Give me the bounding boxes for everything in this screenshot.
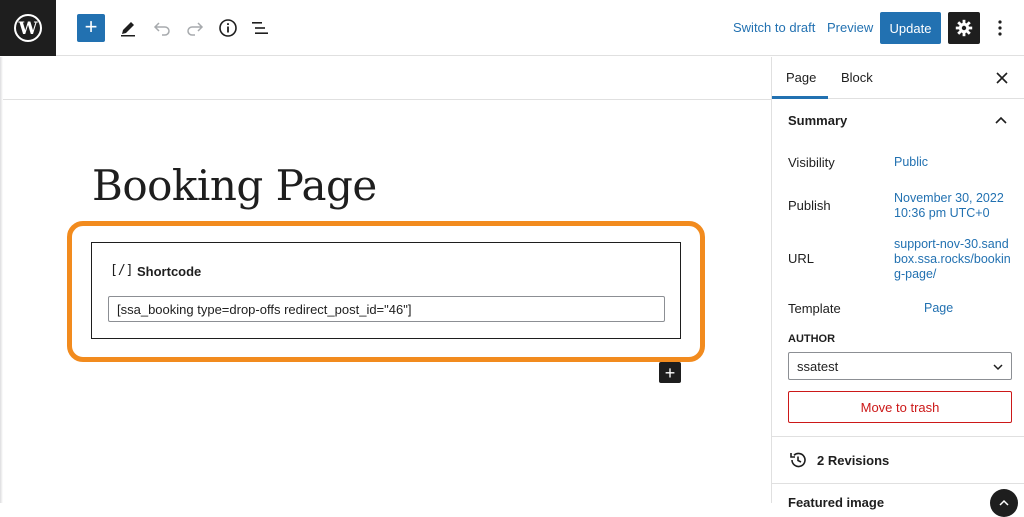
author-value: ssatest (797, 359, 839, 374)
list-view-icon (252, 22, 268, 34)
url-label: URL (788, 251, 815, 266)
close-icon (996, 72, 1008, 84)
settings-sidebar: Page Block Summary Visibility Public Pub… (771, 57, 1024, 510)
close-sidebar-button[interactable] (993, 69, 1011, 87)
template-value[interactable]: Page (924, 301, 953, 316)
revisions-icon (790, 452, 806, 468)
chevron-up-icon (999, 499, 1009, 506)
switch-to-draft-button[interactable]: Switch to draft (733, 20, 815, 35)
chevron-down-icon (993, 364, 1003, 371)
visibility-value[interactable]: Public (894, 155, 928, 170)
author-select[interactable]: ssatest (788, 352, 1012, 380)
add-block-button[interactable]: + (77, 14, 105, 42)
revisions-button[interactable]: 2 Revisions (817, 453, 889, 468)
visibility-label: Visibility (788, 155, 835, 170)
publish-label: Publish (788, 198, 831, 213)
more-vertical-icon (998, 20, 1002, 36)
divider (772, 483, 1024, 484)
author-label: AUTHOR (788, 333, 836, 345)
summary-panel-heading[interactable]: Summary (788, 113, 847, 128)
undo-button[interactable] (148, 14, 176, 42)
shortcode-input[interactable] (108, 296, 665, 322)
redo-icon (187, 22, 204, 36)
wordpress-logo-icon[interactable]: W (0, 0, 56, 56)
shortcode-icon: [/] (110, 263, 134, 278)
undo-icon (153, 22, 170, 36)
active-tab-indicator (772, 96, 828, 99)
tab-block[interactable]: Block (841, 70, 873, 85)
gear-icon (955, 19, 973, 37)
svg-text:W: W (17, 19, 38, 39)
pencil-icon (121, 22, 135, 37)
list-view-button[interactable] (246, 14, 274, 42)
block-inserter-button[interactable]: + (659, 362, 681, 383)
tab-page[interactable]: Page (786, 70, 816, 85)
details-button[interactable] (214, 14, 242, 42)
redo-button[interactable] (181, 14, 209, 42)
plus-icon: + (84, 14, 98, 39)
top-toolbar: W + Switch to draft Preview Update (0, 0, 1024, 56)
chevron-up-icon[interactable] (994, 114, 1008, 128)
page-title[interactable]: Booking Page (92, 161, 377, 210)
divider (772, 436, 1024, 437)
settings-button[interactable] (948, 12, 980, 44)
preview-button[interactable]: Preview (827, 20, 873, 35)
shortcode-block[interactable]: [/] Shortcode (91, 242, 681, 339)
publish-date-button[interactable]: November 30, 2022 10:36 pm UTC+0 (894, 191, 1004, 221)
url-value[interactable]: support-nov-30.sandbox.ssa.rocks/booking… (894, 237, 1014, 282)
info-icon (219, 19, 237, 37)
move-to-trash-button[interactable]: Move to trash (788, 391, 1012, 423)
shortcode-label: Shortcode (137, 264, 202, 279)
template-label: Template (788, 301, 841, 316)
canvas-edge (0, 57, 3, 503)
edit-tools-button[interactable] (114, 14, 142, 42)
update-button[interactable]: Update (880, 12, 941, 44)
options-button[interactable] (990, 14, 1010, 42)
divider (0, 99, 771, 100)
scroll-button[interactable] (990, 489, 1018, 517)
sidebar-tabs: Page Block (772, 57, 1024, 99)
publish-date: November 30, 2022 (894, 191, 1004, 205)
publish-time: 10:36 pm UTC+0 (894, 206, 990, 220)
